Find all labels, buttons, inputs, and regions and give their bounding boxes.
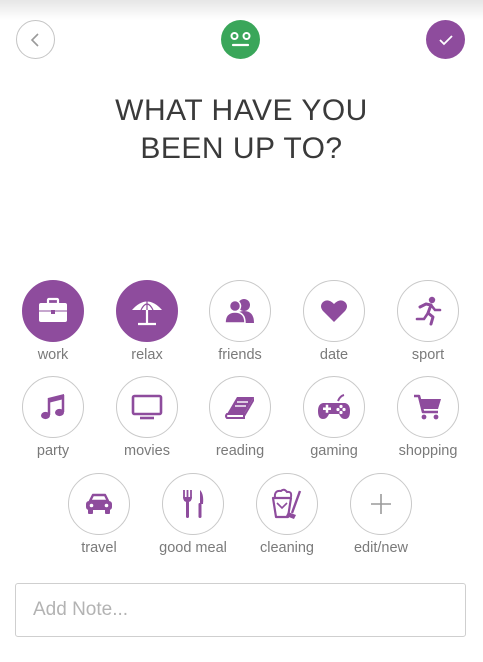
activity-cleaning[interactable]: cleaning <box>240 473 334 556</box>
activity-circle <box>209 376 271 438</box>
activity-sport[interactable]: sport <box>381 280 475 363</box>
activity-gaming[interactable]: gaming <box>287 376 381 459</box>
activity-party[interactable]: party <box>6 376 100 459</box>
activity-circle <box>397 280 459 342</box>
activity-circle <box>22 280 84 342</box>
activity-label: relax <box>131 347 163 363</box>
activity-label: cleaning <box>259 540 314 556</box>
activity-circle <box>22 376 84 438</box>
activity-label: date <box>319 347 349 363</box>
activity-work[interactable]: work <box>6 280 100 363</box>
top-shade <box>0 0 483 20</box>
activity-shopping[interactable]: shopping <box>381 376 475 459</box>
activity-circle <box>209 280 271 342</box>
tv-icon <box>131 394 163 420</box>
cleaning-bucket-icon <box>271 488 302 519</box>
briefcase-icon <box>39 297 67 322</box>
activity-label: movies <box>124 443 170 459</box>
activity-circle <box>116 280 178 342</box>
music-note-icon <box>41 394 65 420</box>
activity-edit-new[interactable]: edit/new <box>334 473 428 556</box>
heart-icon <box>321 300 347 322</box>
activity-movies[interactable]: movies <box>100 376 194 459</box>
activity-circle <box>162 473 224 535</box>
plus-icon <box>371 494 391 514</box>
activity-reading[interactable]: reading <box>193 376 287 459</box>
activity-label: friends <box>218 347 262 363</box>
car-icon <box>86 493 112 514</box>
activity-label: sport <box>411 347 445 363</box>
activity-label: work <box>37 347 69 363</box>
activity-good-meal[interactable]: good meal <box>146 473 240 556</box>
activity-circle <box>116 376 178 438</box>
activity-label: shopping <box>398 443 458 459</box>
book-icon <box>225 397 254 419</box>
gamepad-icon <box>318 394 350 419</box>
activity-circle <box>256 473 318 535</box>
confirm-button[interactable] <box>426 20 465 59</box>
smiley-face-icon <box>230 32 251 47</box>
back-button[interactable] <box>16 20 55 59</box>
activity-circle <box>303 280 365 342</box>
people-icon <box>224 299 254 324</box>
title-line-2: BEEN UP TO? <box>140 132 343 165</box>
title-line-1: WHAT HAVE YOU <box>115 94 368 127</box>
activity-travel[interactable]: travel <box>52 473 146 556</box>
checkmark-icon <box>438 34 453 45</box>
activity-friends[interactable]: friends <box>193 280 287 363</box>
activity-label: party <box>36 443 70 459</box>
activity-label: reading <box>215 443 265 459</box>
page-title: WHAT HAVE YOU BEEN UP TO? <box>0 92 483 168</box>
activity-circle <box>303 376 365 438</box>
activity-circle <box>397 376 459 438</box>
mood-indicator[interactable] <box>221 20 260 59</box>
activity-circle <box>350 473 412 535</box>
cart-icon <box>414 394 441 420</box>
activity-circle <box>68 473 130 535</box>
note-input[interactable] <box>15 583 466 637</box>
beach-umbrella-icon <box>132 301 162 326</box>
activity-label: gaming <box>310 443 358 459</box>
chevron-left-icon <box>30 32 39 47</box>
fork-knife-icon <box>183 490 204 518</box>
running-icon <box>415 296 442 326</box>
activity-label: good meal <box>159 540 227 556</box>
activity-label: edit/new <box>353 540 408 556</box>
activity-date[interactable]: date <box>287 280 381 363</box>
activity-relax[interactable]: relax <box>100 280 194 363</box>
activity-label: travel <box>81 540 117 556</box>
